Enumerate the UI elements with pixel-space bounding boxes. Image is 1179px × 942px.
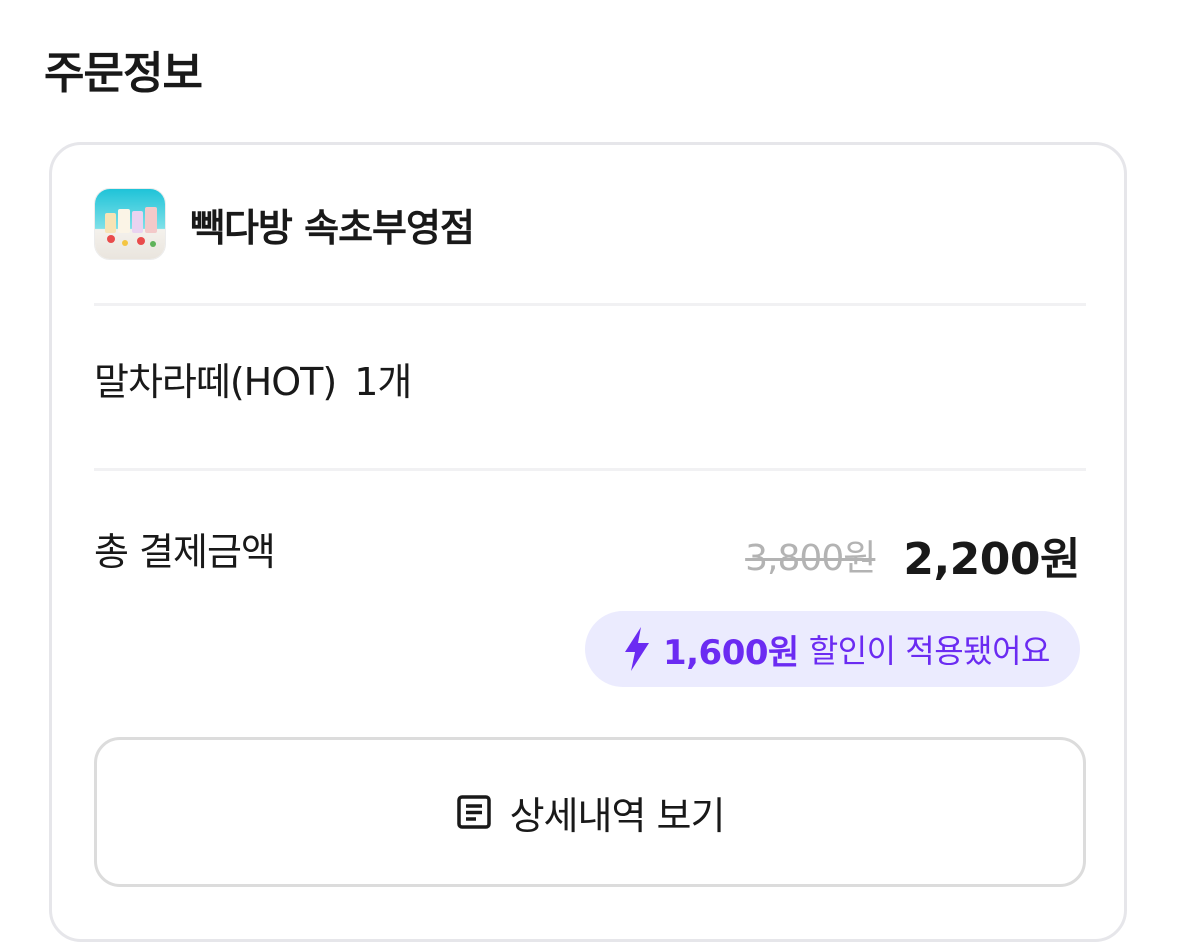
store-name: 빽다방 속초부영점 <box>190 205 475 250</box>
view-details-label: 상세내역 보기 <box>509 793 726 838</box>
lightning-icon <box>623 627 651 671</box>
section-title: 주문정보 <box>44 48 203 99</box>
item-name: 말차라떼(HOT) <box>94 360 337 404</box>
price-group: 3,800원 2,200원 <box>745 523 1080 587</box>
final-price: 2,200원 <box>903 534 1080 585</box>
divider <box>94 303 1086 306</box>
item-quantity: 1개 <box>354 360 412 404</box>
view-details-button[interactable]: 상세내역 보기 <box>94 737 1086 887</box>
original-price: 3,800원 <box>745 538 876 579</box>
order-item: 말차라떼(HOT) 1개 <box>94 357 412 407</box>
discount-text: 할인이 적용됐어요 <box>808 632 1051 670</box>
divider <box>94 468 1086 471</box>
store-thumbnail <box>94 188 166 260</box>
discount-badge: 1,600원 할인이 적용됐어요 <box>584 611 1080 687</box>
total-label: 총 결제금액 <box>94 530 276 574</box>
receipt-list-icon <box>456 794 492 830</box>
store-row[interactable]: 빽다방 속초부영점 <box>94 187 475 261</box>
discount-amount: 1,600원 <box>662 632 799 673</box>
order-info-card: 빽다방 속초부영점 말차라떼(HOT) 1개 총 결제금액 3,800원 2,20… <box>49 142 1127 942</box>
